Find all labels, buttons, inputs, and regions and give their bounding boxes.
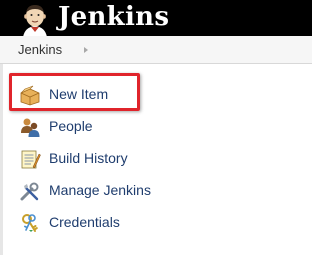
header-bar: Jenkins (0, 0, 312, 37)
app-logo-text[interactable]: Jenkins (58, 1, 169, 33)
breadcrumb: Jenkins (0, 36, 312, 64)
notepad-icon (19, 148, 41, 170)
task-credentials[interactable]: Credentials (19, 210, 259, 234)
task-manage-jenkins[interactable]: Manage Jenkins (19, 178, 259, 202)
jenkins-butler-icon[interactable] (17, 1, 53, 37)
breadcrumb-item-jenkins[interactable]: Jenkins (18, 42, 62, 57)
task-label: People (49, 118, 93, 134)
wrench-screwdriver-icon (19, 180, 41, 202)
chevron-right-icon[interactable] (84, 47, 88, 53)
task-label: Manage Jenkins (49, 182, 151, 198)
task-build-history[interactable]: Build History (19, 146, 259, 170)
task-people[interactable]: People (19, 114, 259, 138)
people-icon (19, 116, 41, 138)
task-label: Build History (49, 150, 128, 166)
sidepanel-border (0, 64, 3, 255)
task-label: Credentials (49, 214, 120, 230)
keys-icon (19, 212, 41, 234)
highlight-annotation-box (9, 73, 140, 111)
